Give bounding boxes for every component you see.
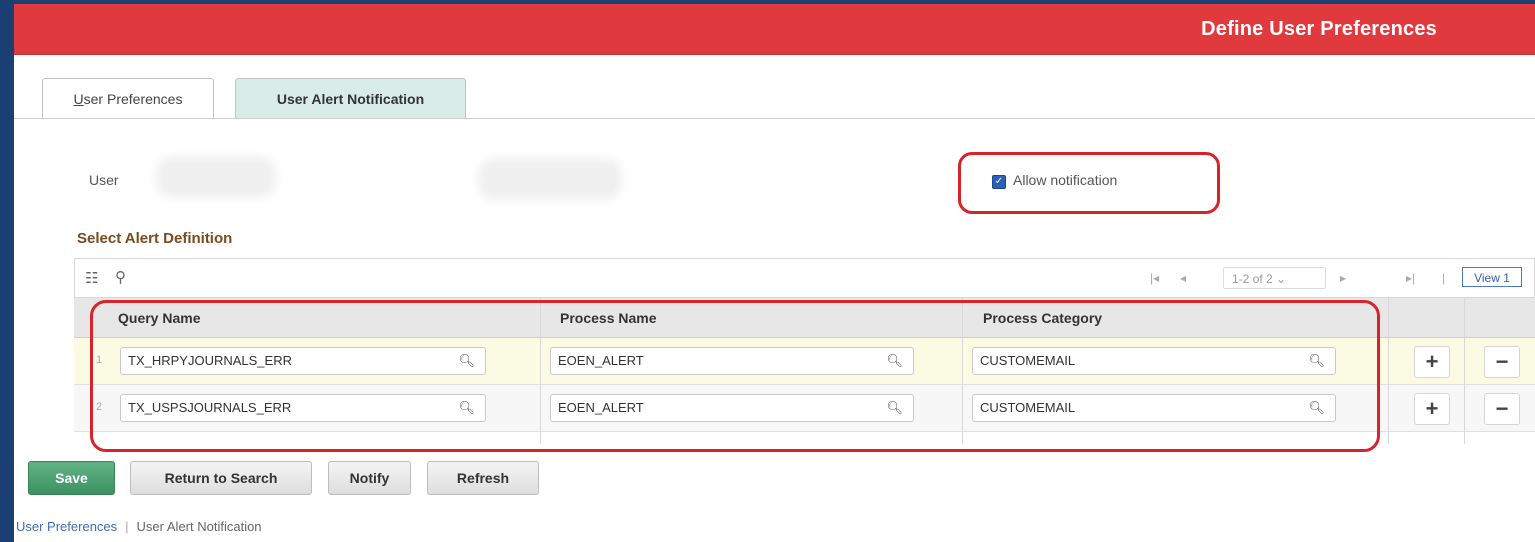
tab-mnemonic: U: [73, 91, 84, 107]
chevron-down-icon: ⌄: [1276, 272, 1287, 286]
user-id-redacted: [162, 162, 270, 192]
prev-page-icon[interactable]: ◂: [1180, 271, 1186, 285]
footer-link-user-preferences[interactable]: User Preferences: [16, 519, 117, 534]
last-page-icon[interactable]: ▸|: [1406, 271, 1415, 285]
row-range: 1-2 of 2: [1232, 272, 1273, 286]
tab-user-preferences[interactable]: User Preferences: [42, 78, 214, 118]
tab-divider: [14, 118, 1535, 119]
allow-notification-checkbox[interactable]: ✓: [992, 175, 1006, 189]
footer-separator: |: [125, 519, 129, 534]
user-name-redacted: [484, 164, 616, 194]
add-row-button[interactable]: +: [1414, 346, 1450, 378]
section-title: Select Alert Definition: [77, 230, 233, 247]
personalize-grid-icon[interactable]: ☷: [85, 269, 98, 287]
delete-row-button[interactable]: −: [1484, 346, 1520, 378]
first-page-icon[interactable]: |◂: [1150, 271, 1159, 285]
column-divider: [1464, 298, 1465, 444]
tab-label: User Alert Notification: [276, 91, 425, 107]
add-row-button[interactable]: +: [1414, 393, 1450, 425]
tab-user-alert-notification[interactable]: User Alert Notification: [235, 78, 466, 119]
delete-row-button[interactable]: −: [1484, 393, 1520, 425]
save-button[interactable]: Save: [28, 461, 115, 495]
find-icon[interactable]: ⚲: [115, 268, 126, 286]
allow-notification-label: Allow notification: [1013, 172, 1118, 188]
tab-label-rest: ser Preferences: [83, 91, 183, 107]
footer-links: User Preferences | User Alert Notification: [16, 519, 262, 534]
column-divider: [1388, 298, 1389, 444]
grid-highlight: [90, 300, 1380, 452]
page-frame: Define User Preferences User Preferences…: [14, 4, 1535, 542]
view-all-link[interactable]: View 1: [1462, 267, 1522, 287]
pager-separator: |: [1442, 271, 1446, 285]
row-range-select[interactable]: 1-2 of 2 ⌄: [1223, 267, 1326, 289]
footer-link-user-alert-notification[interactable]: User Alert Notification: [137, 519, 262, 534]
return-to-search-button[interactable]: Return to Search: [130, 461, 312, 495]
page-banner: Define User Preferences: [14, 4, 1535, 55]
page-title: Define User Preferences: [1201, 18, 1437, 40]
user-label: User: [89, 172, 119, 188]
notify-button[interactable]: Notify: [328, 461, 411, 495]
refresh-button[interactable]: Refresh: [427, 461, 539, 495]
next-page-icon[interactable]: ▸: [1340, 271, 1346, 285]
